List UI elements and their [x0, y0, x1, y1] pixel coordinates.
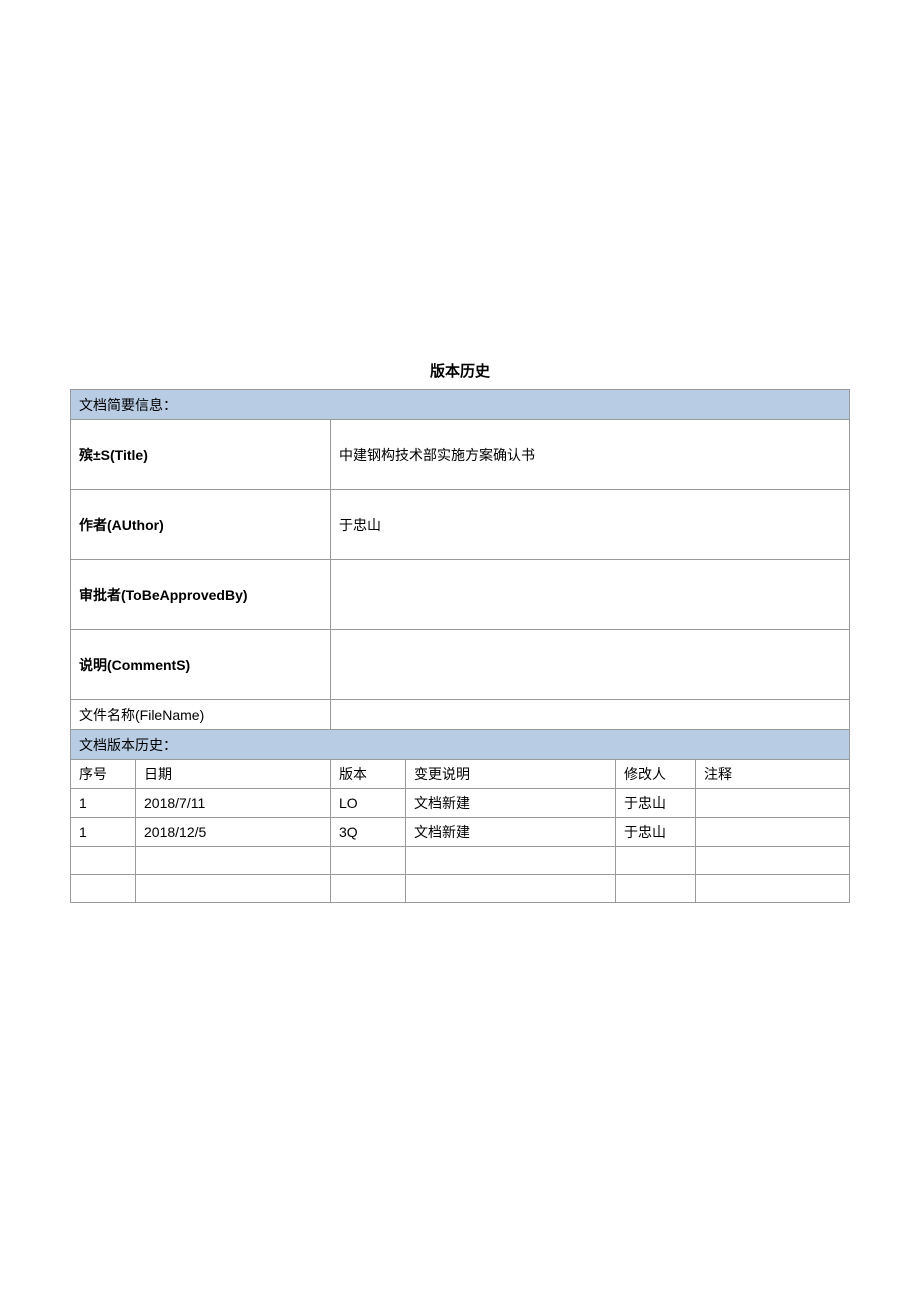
table-row [71, 847, 850, 875]
cell-version: 3Q [331, 818, 406, 847]
col-header-change: 变更说明 [406, 760, 616, 789]
col-header-date: 日期 [136, 760, 331, 789]
cell-modifier [616, 847, 696, 875]
filename-label: 文件名称(FileName) [71, 700, 331, 730]
cell-version: LO [331, 789, 406, 818]
cell-date: 2018/7/11 [136, 789, 331, 818]
comments-label: 说明(CommentS) [71, 630, 331, 700]
cell-change [406, 875, 616, 903]
approver-value [331, 560, 850, 630]
cell-version [331, 875, 406, 903]
cell-change: 文档新建 [406, 789, 616, 818]
cell-seq [71, 847, 136, 875]
author-value: 于忠山 [331, 490, 850, 560]
comments-value [331, 630, 850, 700]
col-header-note: 注释 [696, 760, 850, 789]
col-header-modifier: 修改人 [616, 760, 696, 789]
cell-note [696, 847, 850, 875]
approver-label: 审批者(ToBeApprovedBy) [71, 560, 331, 630]
title-value: 中建钢构技术部实施方案确认书 [331, 420, 850, 490]
cell-version [331, 847, 406, 875]
cell-note [696, 875, 850, 903]
cell-change: 文档新建 [406, 818, 616, 847]
title-label: 殡±S(Title) [71, 420, 331, 490]
cell-date [136, 875, 331, 903]
doc-brief-header: 文档简要信息： [71, 390, 850, 420]
cell-change [406, 847, 616, 875]
cell-seq: 1 [71, 818, 136, 847]
cell-note [696, 789, 850, 818]
col-header-seq: 序号 [71, 760, 136, 789]
page-title: 版本历史 [70, 360, 850, 381]
table-row [71, 875, 850, 903]
table-row: 1 2018/12/5 3Q 文档新建 于忠山 [71, 818, 850, 847]
history-header: 文档版本历史： [71, 730, 850, 760]
table-row: 1 2018/7/11 LO 文档新建 于忠山 [71, 789, 850, 818]
cell-modifier: 于忠山 [616, 789, 696, 818]
cell-date [136, 847, 331, 875]
cell-seq [71, 875, 136, 903]
cell-date: 2018/12/5 [136, 818, 331, 847]
author-label: 作者(AUthor) [71, 490, 331, 560]
cell-note [696, 818, 850, 847]
cell-modifier: 于忠山 [616, 818, 696, 847]
filename-value [331, 700, 850, 730]
document-table: 文档简要信息： 殡±S(Title) 中建钢构技术部实施方案确认书 作者(AUt… [70, 389, 850, 903]
col-header-version: 版本 [331, 760, 406, 789]
cell-seq: 1 [71, 789, 136, 818]
cell-modifier [616, 875, 696, 903]
